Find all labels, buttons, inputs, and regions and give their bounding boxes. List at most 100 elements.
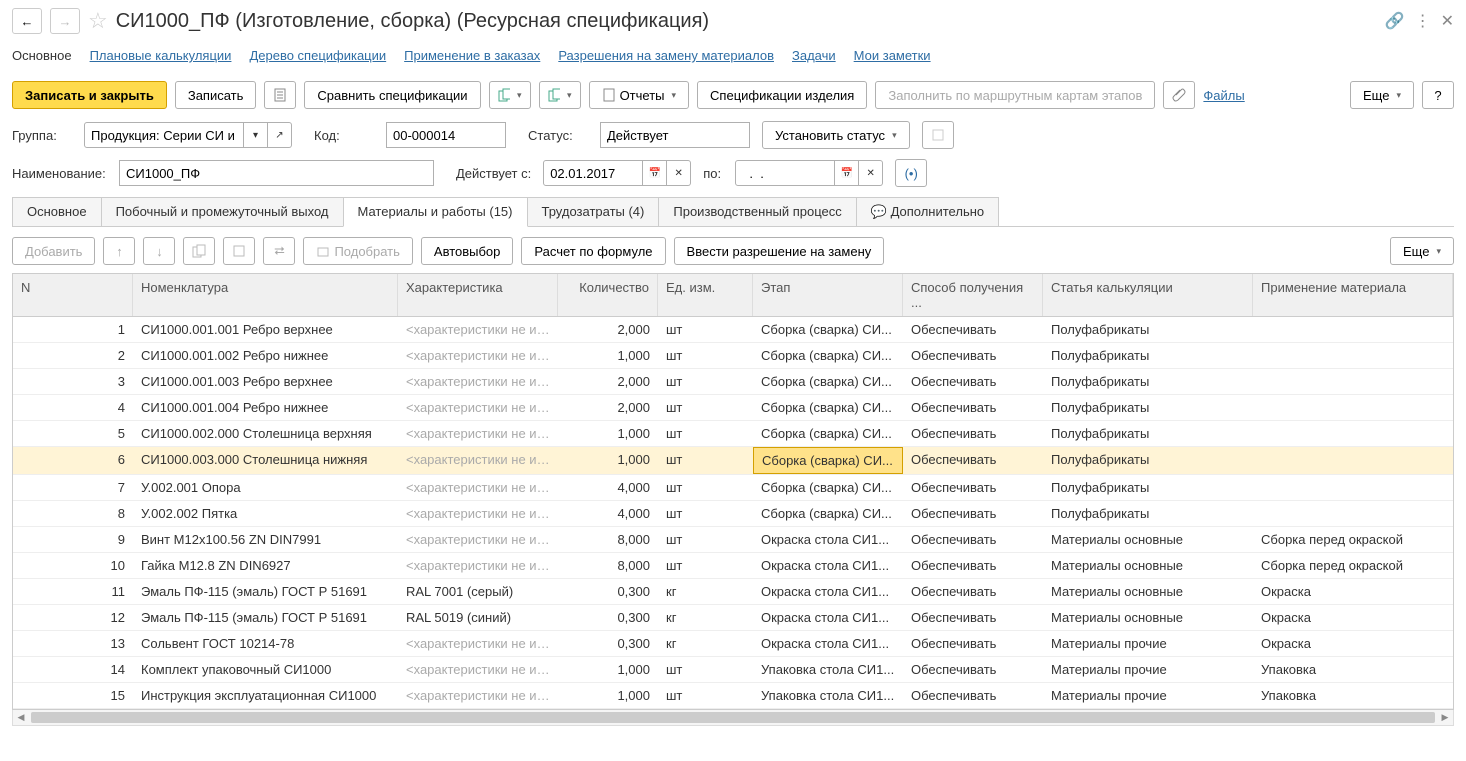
attach-icon-button[interactable] [1163, 81, 1195, 109]
clear-to-icon[interactable]: ✕ [859, 160, 883, 186]
nav-main[interactable]: Основное [12, 44, 72, 67]
calendar-to-icon[interactable]: 📅 [835, 160, 859, 186]
save-button[interactable]: Записать [175, 81, 257, 109]
tab-5[interactable]: 💬 Дополнительно [856, 197, 999, 226]
table-row[interactable]: 11Эмаль ПФ-115 (эмаль) ГОСТ Р 51691RAL 7… [13, 579, 1453, 605]
nav-link-3[interactable]: Разрешения на замену материалов [558, 48, 774, 63]
scroll-left-icon[interactable]: ◀ [13, 710, 29, 725]
document-icon-button[interactable] [264, 81, 296, 109]
cell-qty: 1,000 [558, 657, 658, 682]
valid-from-input[interactable] [543, 160, 643, 186]
auto-button[interactable]: Автовыбор [421, 237, 514, 265]
broadcast-icon-button[interactable]: (•) [895, 159, 927, 187]
move-up-button[interactable]: ↑ [103, 237, 135, 265]
table-row[interactable]: 7У.002.001 Опора<характеристики не ис...… [13, 475, 1453, 501]
table-row[interactable]: 10Гайка М12.8 ZN DIN6927<характеристики … [13, 553, 1453, 579]
paste-row-button[interactable] [223, 237, 255, 265]
group-dropdown-icon[interactable]: ▾ [244, 122, 268, 148]
cell-char: <характеристики не ис... [398, 475, 558, 500]
add-row-button[interactable]: Добавить [12, 237, 95, 265]
cell-stage: Окраска стола СИ1... [753, 553, 903, 578]
horizontal-scrollbar[interactable]: ◀ ▶ [12, 710, 1454, 726]
nav-back-button[interactable]: ← [12, 8, 42, 34]
cell-qty: 2,000 [558, 369, 658, 394]
col-unit[interactable]: Ед. изм. [658, 274, 753, 316]
status-input[interactable] [600, 122, 750, 148]
calendar-icon[interactable]: 📅 [643, 160, 667, 186]
compare-button[interactable]: Сравнить спецификации [304, 81, 480, 109]
table-row[interactable]: 6СИ1000.003.000 Столешница нижняя<характ… [13, 447, 1453, 475]
tab-2[interactable]: Материалы и работы (15) [343, 197, 528, 227]
reports-button[interactable]: Отчеты▾ [589, 81, 689, 109]
formula-button[interactable]: Расчет по формуле [521, 237, 665, 265]
scroll-right-icon[interactable]: ▶ [1437, 710, 1453, 725]
cell-char: <характеристики не ис... [398, 501, 558, 526]
group-input[interactable] [84, 122, 244, 148]
favorite-star-icon[interactable]: ☆ [88, 8, 108, 34]
table-row[interactable]: 14Комплект упаковочный СИ1000<характерис… [13, 657, 1453, 683]
cell-qty: 1,000 [558, 421, 658, 446]
tab-1[interactable]: Побочный и промежуточный выход [101, 197, 344, 226]
spec-item-button[interactable]: Спецификации изделия [697, 81, 867, 109]
table-row[interactable]: 3СИ1000.001.003 Ребро верхнее<характерис… [13, 369, 1453, 395]
table-row[interactable]: 1СИ1000.001.001 Ребро верхнее<характерис… [13, 317, 1453, 343]
code-input[interactable] [386, 122, 506, 148]
table-row[interactable]: 15Инструкция эксплуатационная СИ1000<хар… [13, 683, 1453, 709]
close-icon[interactable]: ✕ [1441, 11, 1454, 31]
col-app[interactable]: Применение материала [1253, 274, 1453, 316]
cell-calc: Полуфабрикаты [1043, 501, 1253, 526]
table-row[interactable]: 8У.002.002 Пятка<характеристики не ис...… [13, 501, 1453, 527]
more-button[interactable]: Еще▾ [1350, 81, 1414, 109]
table-row[interactable]: 9Винт М12х100.56 ZN DIN7991<характеристи… [13, 527, 1453, 553]
copy-row-button[interactable] [183, 237, 215, 265]
group-open-icon[interactable]: ↗ [268, 122, 292, 148]
tab-3[interactable]: Трудозатраты (4) [527, 197, 660, 226]
kebab-menu-icon[interactable]: ⋮ [1415, 11, 1431, 31]
sub-more-button[interactable]: Еще▾ [1390, 237, 1454, 265]
name-input[interactable] [119, 160, 434, 186]
replace-button[interactable]: Ввести разрешение на замену [674, 237, 885, 265]
cell-nom: СИ1000.001.004 Ребро нижнее [133, 395, 398, 420]
tab-4[interactable]: Производственный процесс [658, 197, 856, 226]
table-row[interactable]: 5СИ1000.002.000 Столешница верхняя<харак… [13, 421, 1453, 447]
help-button[interactable]: ? [1422, 81, 1454, 109]
save-close-button[interactable]: Записать и закрыть [12, 81, 167, 109]
pick-button[interactable]: Подобрать [303, 237, 412, 265]
cell-qty: 0,300 [558, 631, 658, 656]
nav-link-5[interactable]: Мои заметки [854, 48, 931, 63]
table-row[interactable]: 2СИ1000.001.002 Ребро нижнее<характерист… [13, 343, 1453, 369]
col-method[interactable]: Способ получения ... [903, 274, 1043, 316]
cell-qty: 0,300 [558, 605, 658, 630]
copy-icon-button[interactable]: ▾ [489, 81, 531, 109]
cell-app [1253, 343, 1453, 368]
col-stage[interactable]: Этап [753, 274, 903, 316]
files-link[interactable]: Файлы [1203, 88, 1244, 103]
table-row[interactable]: 4СИ1000.001.004 Ребро нижнее<характерист… [13, 395, 1453, 421]
nav-link-4[interactable]: Задачи [792, 48, 836, 63]
cell-nom: СИ1000.002.000 Столешница верхняя [133, 421, 398, 446]
nav-forward-button[interactable]: → [50, 8, 80, 34]
cell-method: Обеспечивать [903, 395, 1043, 420]
move-down-button[interactable]: ↓ [143, 237, 175, 265]
nav-link-1[interactable]: Дерево спецификации [249, 48, 386, 63]
cell-stage: Сборка (сварка) СИ... [753, 395, 903, 420]
nav-link-2[interactable]: Применение в заказах [404, 48, 540, 63]
set-status-button[interactable]: Установить статус▾ [762, 121, 910, 149]
valid-to-input[interactable] [735, 160, 835, 186]
col-n[interactable]: N [13, 274, 133, 316]
scroll-thumb[interactable] [31, 712, 1435, 723]
paste-icon-button[interactable]: ▾ [539, 81, 581, 109]
share-row-button[interactable]: ⮂ [263, 237, 295, 265]
cell-nom: Инструкция эксплуатационная СИ1000 [133, 683, 398, 708]
col-nom[interactable]: Номенклатура [133, 274, 398, 316]
nav-link-0[interactable]: Плановые калькуляции [90, 48, 232, 63]
table-row[interactable]: 13Сольвент ГОСТ 10214-78<характеристики … [13, 631, 1453, 657]
tab-0[interactable]: Основное [12, 197, 102, 226]
col-char[interactable]: Характеристика [398, 274, 558, 316]
link-icon[interactable]: 🔗 [1385, 11, 1405, 31]
table-row[interactable]: 12Эмаль ПФ-115 (эмаль) ГОСТ Р 51691RAL 5… [13, 605, 1453, 631]
clear-date-icon[interactable]: ✕ [667, 160, 691, 186]
col-qty[interactable]: Количество [558, 274, 658, 316]
cell-calc: Материалы основные [1043, 527, 1253, 552]
col-calc[interactable]: Статья калькуляции [1043, 274, 1253, 316]
